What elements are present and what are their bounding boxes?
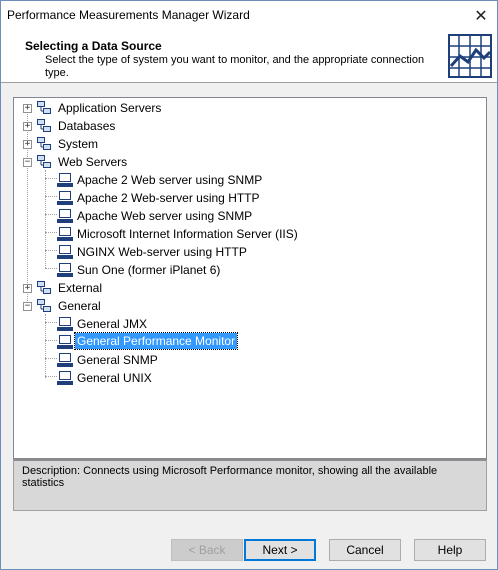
window-title: Performance Measurements Manager Wizard (7, 8, 250, 22)
tree-group-databases[interactable]: + Databases (14, 117, 414, 135)
computer-icon (57, 227, 73, 241)
next-button[interactable]: Next > (244, 539, 316, 561)
tree-item-general-unix[interactable]: General UNIX (14, 369, 474, 387)
computer-icon (57, 371, 73, 385)
expand-icon[interactable]: + (23, 122, 32, 131)
tree-group-application-servers[interactable]: + Application Servers (14, 99, 414, 117)
tree-item-label[interactable]: Microsoft Internet Information Server (I… (75, 226, 300, 242)
wizard-window: Performance Measurements Manager Wizard … (0, 0, 498, 570)
tree-item-apache2-snmp[interactable]: Apache 2 Web server using SNMP (14, 171, 474, 189)
tree-item-apache2-http[interactable]: Apache 2 Web-server using HTTP (14, 189, 474, 207)
tree-group-label[interactable]: Application Servers (56, 100, 163, 116)
computer-icon (57, 191, 73, 205)
computer-icon (57, 263, 73, 277)
tree-item-label-selected[interactable]: General Performance Monitor (73, 332, 239, 350)
tree-group-label[interactable]: General (56, 298, 103, 314)
folder-network-icon (37, 281, 51, 294)
collapse-icon[interactable]: − (23, 158, 32, 167)
help-button[interactable]: Help (414, 539, 486, 561)
expand-icon[interactable]: + (23, 140, 32, 149)
computer-icon (57, 173, 73, 187)
description-box: Description: Connects using Microsoft Pe… (13, 459, 487, 511)
tree-item-sun-one[interactable]: Sun One (former iPlanet 6) (14, 261, 474, 279)
tree-group-label[interactable]: External (56, 280, 104, 296)
page-title: Selecting a Data Source (25, 39, 162, 53)
tree-group-external[interactable]: + External (14, 279, 414, 297)
tree-item-general-performance-monitor[interactable]: General Performance Monitor (14, 332, 474, 351)
folder-network-icon (37, 137, 51, 150)
collapse-icon[interactable]: − (23, 302, 32, 311)
tree-item-general-jmx[interactable]: General JMX (14, 315, 474, 333)
close-icon[interactable]: ✕ (465, 1, 497, 31)
folder-network-icon (37, 119, 51, 132)
tree-group-label[interactable]: Web Servers (56, 154, 129, 170)
folder-network-icon (37, 101, 51, 114)
tree-item-label[interactable]: General JMX (75, 316, 149, 332)
tree-item-label[interactable]: General UNIX (75, 370, 154, 386)
tree-item-apache-snmp[interactable]: Apache Web server using SNMP (14, 207, 474, 225)
back-button[interactable]: < Back (171, 539, 243, 561)
tree-item-label[interactable]: Sun One (former iPlanet 6) (75, 262, 222, 278)
wizard-header: Selecting a Data Source Select the type … (1, 31, 497, 83)
expand-icon[interactable]: + (23, 104, 32, 113)
tree-item-label[interactable]: Apache 2 Web server using SNMP (75, 172, 264, 188)
computer-icon (57, 245, 73, 259)
chart-icon (448, 34, 492, 78)
computer-icon (57, 335, 73, 349)
cancel-button[interactable]: Cancel (329, 539, 401, 561)
tree-group-system[interactable]: + System (14, 135, 414, 153)
data-source-tree[interactable]: + Application Servers + Databases + Syst… (13, 97, 487, 459)
expand-icon[interactable]: + (23, 284, 32, 293)
page-subtitle: Select the type of system you want to mo… (45, 54, 425, 79)
title-bar: Performance Measurements Manager Wizard … (1, 1, 497, 31)
tree-item-general-snmp[interactable]: General SNMP (14, 351, 474, 369)
tree-item-label[interactable]: General SNMP (75, 352, 160, 368)
tree-item-nginx-http[interactable]: NGINX Web-server using HTTP (14, 243, 474, 261)
computer-icon (57, 353, 73, 367)
tree-item-label[interactable]: Apache Web server using SNMP (75, 208, 254, 224)
computer-icon (57, 317, 73, 331)
tree-item-label[interactable]: Apache 2 Web-server using HTTP (75, 190, 262, 206)
tree-item-iis[interactable]: Microsoft Internet Information Server (I… (14, 225, 474, 243)
tree-group-general[interactable]: − General (14, 297, 414, 315)
folder-network-icon (37, 299, 51, 312)
folder-network-icon (37, 155, 51, 168)
tree-group-label[interactable]: System (56, 136, 100, 152)
computer-icon (57, 209, 73, 223)
tree-group-web-servers[interactable]: − Web Servers (14, 153, 414, 171)
tree-item-label[interactable]: NGINX Web-server using HTTP (75, 244, 249, 260)
tree-group-label[interactable]: Databases (56, 118, 117, 134)
